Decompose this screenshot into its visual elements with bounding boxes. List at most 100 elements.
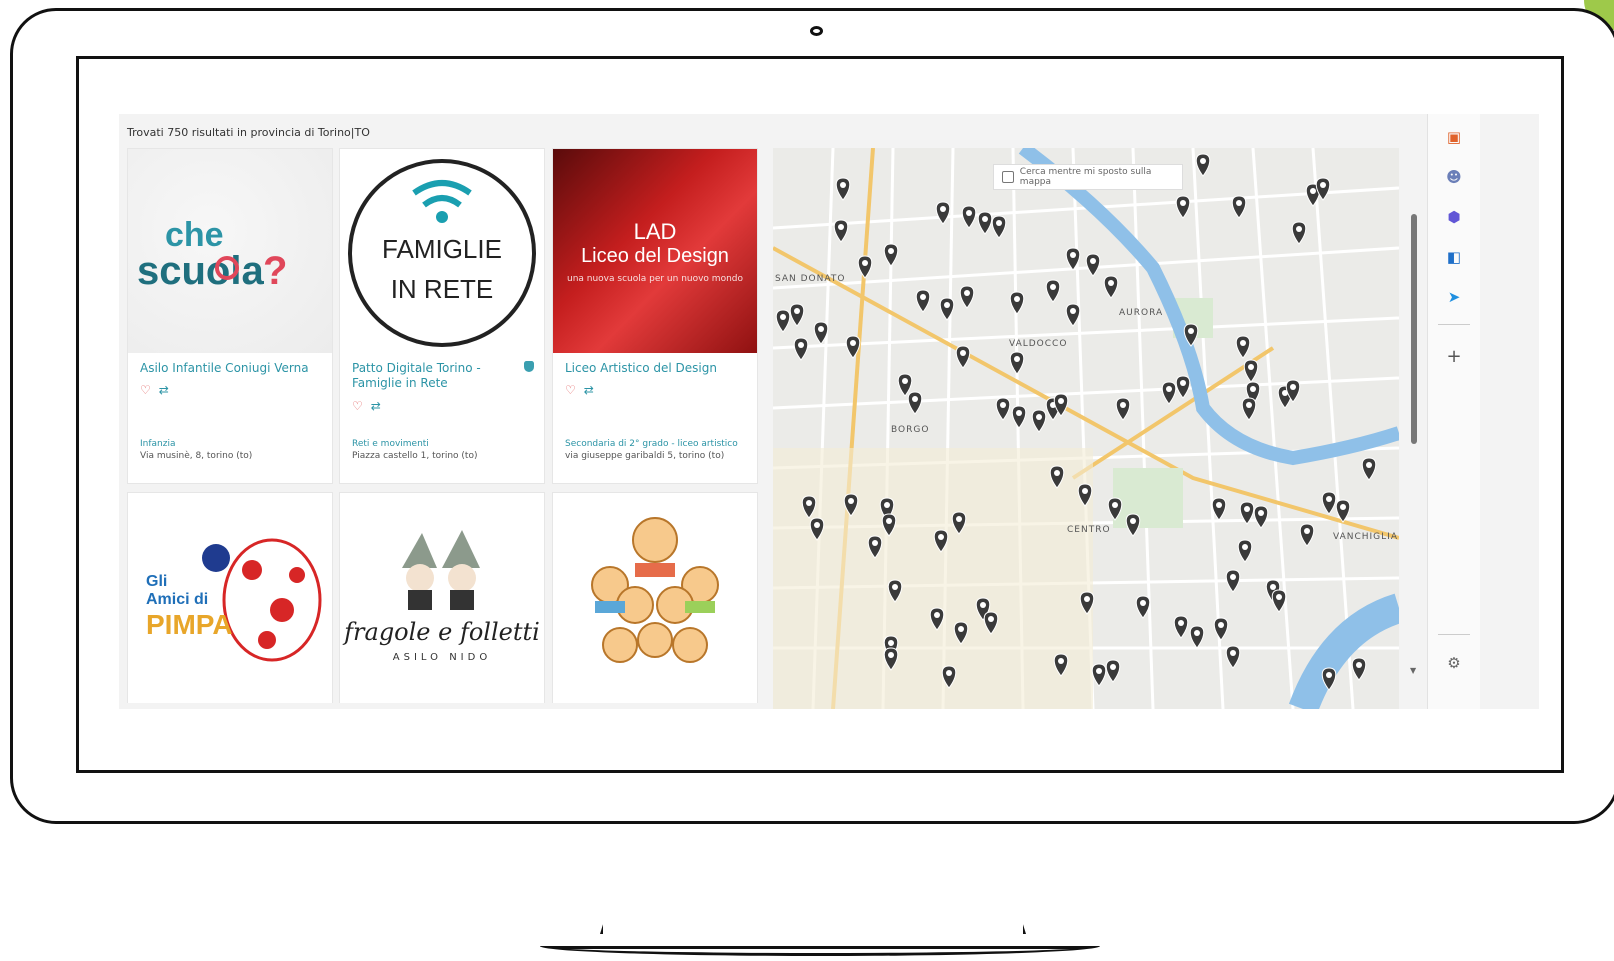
map-pin-dot: [888, 248, 894, 254]
map-pin-dot: [1244, 506, 1250, 512]
monitor-screen: Trovati 750 risultati in provincia di To…: [76, 56, 1564, 773]
school-logo: FAMIGLIE IN RETE: [340, 149, 544, 353]
share-icon[interactable]: ⇄: [584, 383, 594, 397]
map-pin-dot: [1000, 402, 1006, 408]
results-list[interactable]: che scuola ? Asilo Infantile Coniugi Ver…: [127, 148, 773, 703]
people-icon[interactable]: ☻: [1445, 168, 1463, 186]
share-icon[interactable]: ⇄: [371, 399, 381, 413]
map-pin-dot: [1304, 528, 1310, 534]
school-card[interactable]: FAMIGLIE IN RETE Patto Digitale Torino -…: [339, 148, 545, 484]
search-while-moving-toggle[interactable]: Cerca mentre mi sposto sulla mappa: [993, 164, 1183, 190]
map-pin-dot: [1326, 496, 1332, 502]
school-card[interactable]: [552, 492, 758, 703]
school-address: via giuseppe garibaldi 5, torino (to): [565, 451, 725, 461]
map-pin-dot: [1110, 664, 1116, 670]
results-map[interactable]: Cerca mentre mi sposto sulla mappa SAN D…: [773, 148, 1399, 709]
map-canvas[interactable]: [773, 148, 1399, 709]
map-pin-dot: [872, 540, 878, 546]
school-name[interactable]: Asilo Infantile Coniugi Verna: [140, 361, 316, 376]
map-pin-dot: [850, 340, 856, 346]
map-pin-dot: [884, 502, 890, 508]
map-pin-dot: [1130, 518, 1136, 524]
map-pin-dot: [886, 518, 892, 524]
add-icon[interactable]: +: [1445, 348, 1463, 366]
search-while-moving-label: Cerca mentre mi sposto sulla mappa: [1019, 167, 1152, 187]
scrollbar-thumb[interactable]: [1411, 214, 1417, 444]
map-pin-dot: [838, 224, 844, 230]
outlook-icon[interactable]: ◧: [1445, 248, 1463, 266]
map-pin-dot: [1270, 584, 1276, 590]
school-name[interactable]: Patto Digitale Torino - Famiglie in Rete: [352, 361, 512, 391]
school-logo: che scuola ?: [128, 149, 332, 353]
briefcase-icon[interactable]: ▣: [1445, 128, 1463, 146]
map-pin-dot: [996, 220, 1002, 226]
map-pin-dot: [1054, 470, 1060, 476]
map-pin-dot: [840, 182, 846, 188]
scroll-down-icon[interactable]: ▼: [1410, 666, 1416, 675]
map-pin-dot: [888, 640, 894, 646]
monitor-base: [540, 946, 1100, 956]
map-pin-dot: [982, 216, 988, 222]
heart-icon[interactable]: ♡: [140, 383, 151, 397]
district-label: AURORA: [1119, 308, 1164, 318]
map-pin-dot: [1242, 544, 1248, 550]
map-pin-dot: [1014, 356, 1020, 362]
settings-icon[interactable]: ⚙: [1445, 654, 1463, 672]
gnomes-illustration: [402, 529, 480, 610]
map-pin-dot: [1084, 596, 1090, 602]
map-pin-dot: [1180, 200, 1186, 206]
map-pin-dot: [1140, 600, 1146, 606]
map-pin-dot: [1340, 504, 1346, 510]
map-pin-dot: [912, 396, 918, 402]
famiglie-in-rete-logo: FAMIGLIE IN RETE: [348, 159, 536, 347]
school-card[interactable]: fragole e folletti ASILO NIDO: [339, 492, 545, 703]
school-logo: Gli Amici di PIMPA: [128, 493, 332, 697]
map-pin-dot: [1090, 258, 1096, 264]
map-pin-dot: [848, 498, 854, 504]
school-name[interactable]: Liceo Artistico del Design: [565, 361, 741, 376]
heart-icon[interactable]: ♡: [352, 399, 363, 413]
map-pin-dot: [1230, 574, 1236, 580]
logo-text: ASILO NIDO: [392, 651, 492, 663]
school-logo: [553, 493, 757, 697]
logo-text: fragole e folletti: [344, 617, 540, 646]
map-pin-dot: [956, 516, 962, 522]
map-pin-dot: [960, 350, 966, 356]
map-pin-dot: [1112, 502, 1118, 508]
hexagon-icon[interactable]: ⬢: [1445, 208, 1463, 226]
map-pin-dot: [902, 378, 908, 384]
sidebar-divider: [1438, 634, 1470, 635]
map-pin-dot: [798, 342, 804, 348]
school-card[interactable]: che scuola ? Asilo Infantile Coniugi Ver…: [127, 148, 333, 484]
logo-text: LAD: [633, 218, 677, 244]
map-pin-dot: [806, 500, 812, 506]
map-pin-dot: [940, 206, 946, 212]
school-card[interactable]: Gli Amici di PIMPA: [127, 492, 333, 703]
map-pin-dot: [1240, 340, 1246, 346]
map-pin-dot: [1178, 620, 1184, 626]
map-pin-dot: [1230, 650, 1236, 656]
logo-text: Liceo del Design: [581, 244, 729, 267]
map-pin-dot: [794, 308, 800, 314]
school-category: Infanzia: [140, 439, 176, 449]
map-pin-dot: [1366, 462, 1372, 468]
logo-text: FAMIGLIE: [382, 234, 502, 264]
district-label: CENTRO: [1067, 525, 1111, 535]
heart-icon[interactable]: ♡: [565, 383, 576, 397]
monitor-camera: [810, 26, 823, 36]
map-pin-dot: [1218, 622, 1224, 628]
school-card[interactable]: LAD Liceo del Design una nuova scuola pe…: [552, 148, 758, 484]
che-scuola-logo: che scuola ?: [137, 216, 287, 293]
map-pin-dot: [1356, 662, 1362, 668]
map-pin-dot: [818, 326, 824, 332]
logo-text: Gli: [146, 573, 167, 590]
map-pin-dot: [1082, 488, 1088, 494]
results-count: Trovati 750 risultati in provincia di To…: [127, 126, 370, 139]
checkbox[interactable]: [1002, 171, 1014, 183]
map-pin-dot: [944, 302, 950, 308]
map-pin-dot: [1016, 410, 1022, 416]
send-icon[interactable]: ➤: [1445, 288, 1463, 306]
logo-text: una nuova scuola per un nuovo mondo: [566, 273, 743, 284]
verified-badge-icon: [524, 361, 534, 372]
share-icon[interactable]: ⇄: [159, 383, 169, 397]
